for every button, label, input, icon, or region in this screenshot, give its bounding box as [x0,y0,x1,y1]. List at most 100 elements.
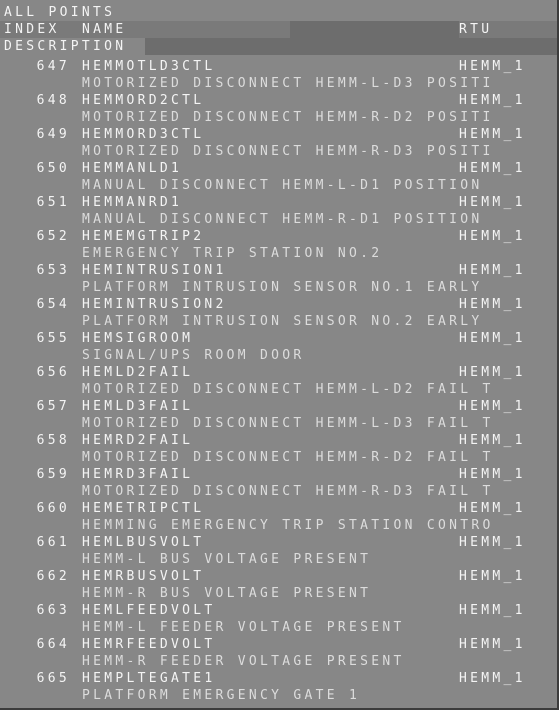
point-name: HEMINTRUSION2 [82,297,227,312]
point-index: 661 [36,535,70,550]
points-list-window: ALL POINTS INDEX NAME RTU DESCRIPTION 64… [0,0,559,710]
point-description: MANUAL DISCONNECT HEMM-R-D1 POSITION [82,212,483,227]
point-rtu: HEMM_1 [459,603,526,618]
point-record[interactable]: 650 HEMMANLD1 HEMM_1 MANUAL DISCONNECT HEMM… [0,160,557,194]
point-index: 653 [36,263,70,278]
point-index: 657 [36,399,70,414]
point-record[interactable]: 664 HEMRFEEDVOLT HEMM_1 HEMM-R FEEDER VOLTA… [0,636,557,670]
point-rtu: HEMM_1 [459,195,526,210]
point-rtu: HEMM_1 [459,467,526,482]
point-record[interactable]: 649 HEMMORD3CTL HEMM_1 MOTORIZED DISCONNECT… [0,126,557,160]
point-record[interactable]: 648 HEMMORD2CTL HEMM_1 MOTORIZED DISCONNECT… [0,92,557,126]
point-description: MOTORIZED DISCONNECT HEMM-R-D2 POSITI [82,110,494,125]
point-index: 656 [36,365,70,380]
point-record[interactable]: 658 HEMRD2FAIL HEMM_1 MOTORIZED DISCONNECT … [0,432,557,466]
window-title: ALL POINTS [4,5,116,20]
point-rtu: HEMM_1 [459,297,526,312]
column-header-name[interactable]: NAME [82,21,127,38]
point-index: 658 [36,433,70,448]
point-description: PLATFORM INTRUSION SENSOR NO.2 EARLY [82,314,483,329]
point-rtu: HEMM_1 [459,535,526,550]
point-record[interactable]: 647 HEMMOTLD3CTL HEMM_1 MOTORIZED DISCONNEC… [0,58,557,92]
point-record[interactable]: 662 HEMRBUSVOLT HEMM_1 HEMM-R BUS VOLTAGE P… [0,568,557,602]
point-rtu: HEMM_1 [459,161,526,176]
point-index: 652 [36,229,70,244]
point-rtu: HEMM_1 [459,229,526,244]
point-description: PLATFORM EMERGENCY GATE 1 [82,688,361,703]
point-index: 648 [36,93,70,108]
column-header-rtu[interactable]: RTU [459,21,492,38]
point-rtu: HEMM_1 [459,501,526,516]
point-name: HEMRD3FAIL [82,467,194,482]
point-name: HEMSIGROOM [82,331,194,346]
point-record[interactable]: 655 HEMSIGROOM HEMM_1 SIGNAL/UPS ROOM DOOR [0,330,557,364]
point-rtu: HEMM_1 [459,331,526,346]
point-index: 650 [36,161,70,176]
point-record[interactable]: 660 HEMETRIPCTL HEMM_1 HEMMING EMERGENCY TR… [0,500,557,534]
point-rtu: HEMM_1 [459,93,526,108]
point-name: HEMEMGTRIP2 [82,229,205,244]
point-rtu: HEMM_1 [459,127,526,142]
point-description: MOTORIZED DISCONNECT HEMM-R-D3 POSITI [82,144,494,159]
point-rtu: HEMM_1 [459,59,526,74]
point-record[interactable]: 656 HEMLD2FAIL HEMM_1 MOTORIZED DISCONNECT … [0,364,557,398]
point-record[interactable]: 653 HEMINTRUSION1 HEMM_1 PLATFORM INTRUSION… [0,262,557,296]
point-description: PLATFORM INTRUSION SENSOR NO.1 EARLY [82,280,483,295]
point-record[interactable]: 661 HEMLBUSVOLT HEMM_1 HEMM-L BUS VOLTAGE P… [0,534,557,568]
point-index: 651 [36,195,70,210]
point-index: 649 [36,127,70,142]
point-description: MOTORIZED DISCONNECT HEMM-L-D3 POSITI [82,76,494,91]
point-rtu: HEMM_1 [459,637,526,652]
point-record[interactable]: 652 HEMEMGTRIP2 HEMM_1 EMERGENCY TRIP STATI… [0,228,557,262]
point-name: HEMMOTLD3CTL [82,59,216,74]
point-index: 655 [36,331,70,346]
column-header-description[interactable]: DESCRIPTION [4,38,126,55]
point-rtu: HEMM_1 [459,399,526,414]
point-name: HEMMORD2CTL [82,93,205,108]
point-name: HEMLD2FAIL [82,365,194,380]
point-name: HEMLFEEDVOLT [82,603,216,618]
column-header-shade [290,21,459,38]
point-description: MOTORIZED DISCONNECT HEMM-R-D2 FAIL T [82,450,494,465]
point-rtu: HEMM_1 [459,671,526,686]
point-index: 663 [36,603,70,618]
point-rtu: HEMM_1 [459,263,526,278]
point-index: 660 [36,501,70,516]
point-description: HEMMING EMERGENCY TRIP STATION CONTRO [82,518,494,533]
point-rtu: HEMM_1 [459,569,526,584]
point-record[interactable]: 654 HEMINTRUSION2 HEMM_1 PLATFORM INTRUSION… [0,296,557,330]
point-name: HEMMORD3CTL [82,127,205,142]
point-name: HEMRBUSVOLT [82,569,205,584]
point-record[interactable]: 663 HEMLFEEDVOLT HEMM_1 HEMM-L FEEDER VOLTA… [0,602,557,636]
point-name: HEMRD2FAIL [82,433,194,448]
column-header-index[interactable]: INDEX [4,21,60,38]
point-rtu: HEMM_1 [459,433,526,448]
point-rtu: HEMM_1 [459,365,526,380]
point-description: MOTORIZED DISCONNECT HEMM-L-D3 FAIL T [82,416,494,431]
column-header-shade-2 [145,38,557,55]
point-index: 654 [36,297,70,312]
point-name: HEMLBUSVOLT [82,535,205,550]
point-name: HEMMANLD1 [82,161,183,176]
point-description: HEMM-R BUS VOLTAGE PRESENT [82,586,372,601]
point-name: HEMPLTEGATE1 [82,671,216,686]
point-name: HEMETRIPCTL [82,501,205,516]
point-index: 659 [36,467,70,482]
point-description: EMERGENCY TRIP STATION NO.2 [82,246,383,261]
point-name: HEMINTRUSION1 [82,263,227,278]
point-description: HEMM-R FEEDER VOLTAGE PRESENT [82,654,405,669]
point-record[interactable]: 651 HEMMANRD1 HEMM_1 MANUAL DISCONNECT HEMM… [0,194,557,228]
point-name: HEMLD3FAIL [82,399,194,414]
point-record[interactable]: 665 HEMPLTEGATE1 HEMM_1 PLATFORM EMERGENCY … [0,670,557,704]
point-record[interactable]: 659 HEMRD3FAIL HEMM_1 MOTORIZED DISCONNECT … [0,466,557,500]
point-index: 664 [36,637,70,652]
point-description: HEMM-L FEEDER VOLTAGE PRESENT [82,620,405,635]
point-description: HEMM-L BUS VOLTAGE PRESENT [82,552,372,567]
point-record[interactable]: 657 HEMLD3FAIL HEMM_1 MOTORIZED DISCONNECT … [0,398,557,432]
point-index: 665 [36,671,70,686]
point-description: MANUAL DISCONNECT HEMM-L-D1 POSITION [82,178,483,193]
point-index: 647 [36,59,70,74]
point-name: HEMRFEEDVOLT [82,637,216,652]
point-description: MOTORIZED DISCONNECT HEMM-R-D3 FAIL T [82,484,494,499]
point-description: SIGNAL/UPS ROOM DOOR [82,348,305,363]
